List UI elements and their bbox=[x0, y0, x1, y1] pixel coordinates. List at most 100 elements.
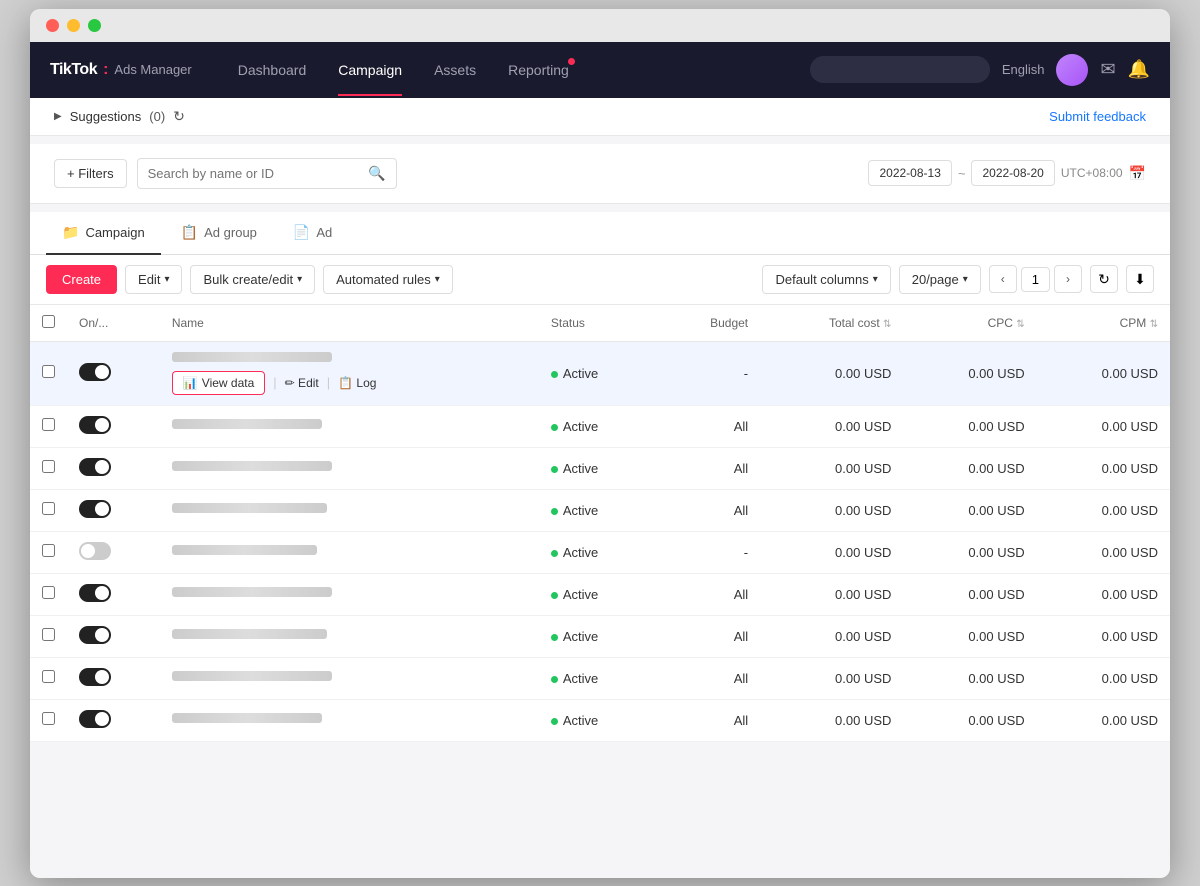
row-checkbox[interactable] bbox=[42, 586, 55, 599]
total-cost-cell: 0.00 USD bbox=[760, 489, 903, 531]
close-button[interactable] bbox=[46, 19, 59, 32]
timezone-label: UTC+08:00 bbox=[1061, 166, 1123, 180]
bulk-button[interactable]: Bulk create/edit ▾ bbox=[190, 265, 315, 294]
cpc-sort-icon[interactable]: ⇅ bbox=[1016, 319, 1024, 330]
table-row: ActiveAll0.00 USD0.00 USD0.00 USD bbox=[30, 573, 1170, 615]
status-text: Active bbox=[563, 366, 598, 381]
user-avatar[interactable] bbox=[1056, 54, 1088, 86]
nav-language[interactable]: English bbox=[1002, 62, 1045, 77]
cpc-cell: 0.00 USD bbox=[903, 341, 1036, 405]
suggestions-refresh-icon[interactable]: ↻ bbox=[173, 108, 185, 125]
prev-page-button[interactable]: ‹ bbox=[989, 265, 1017, 293]
action-sep-2: | bbox=[327, 375, 330, 390]
status-dot bbox=[551, 592, 558, 599]
campaign-toggle[interactable] bbox=[79, 416, 111, 434]
campaign-toggle[interactable] bbox=[79, 363, 111, 381]
date-end-input[interactable]: 2022-08-20 bbox=[971, 160, 1054, 186]
campaigns-table: On/... Name Status Budget Total cost ⇅ C… bbox=[30, 305, 1170, 742]
edit-button[interactable]: Edit ▾ bbox=[125, 265, 182, 294]
log-action-link[interactable]: 📋 Log bbox=[338, 376, 376, 390]
budget-cell: - bbox=[657, 341, 760, 405]
campaign-toggle[interactable] bbox=[79, 500, 111, 518]
nav-campaign[interactable]: Campaign bbox=[322, 44, 418, 96]
cpm-cell: 0.00 USD bbox=[1037, 615, 1170, 657]
campaign-name bbox=[172, 545, 317, 555]
tab-ad[interactable]: 📄 Ad bbox=[277, 212, 348, 255]
columns-chevron-icon: ▾ bbox=[873, 274, 878, 285]
cpm-cell: 0.00 USD bbox=[1037, 447, 1170, 489]
minimize-button[interactable] bbox=[67, 19, 80, 32]
bell-icon[interactable]: 🔔 bbox=[1128, 59, 1150, 80]
rules-button[interactable]: Automated rules ▾ bbox=[323, 265, 453, 294]
search-box: 🔍 bbox=[137, 158, 397, 189]
edit-label: Edit bbox=[138, 272, 160, 287]
search-icon: 🔍 bbox=[368, 165, 385, 182]
view-data-button[interactable]: 📊 View data bbox=[172, 371, 265, 395]
nav-reporting[interactable]: Reporting bbox=[492, 44, 585, 96]
cpm-sort-icon[interactable]: ⇅ bbox=[1150, 319, 1158, 330]
row-checkbox[interactable] bbox=[42, 712, 55, 725]
export-button[interactable]: ⬇ bbox=[1126, 265, 1154, 293]
campaign-toggle[interactable] bbox=[79, 710, 111, 728]
row-checkbox[interactable] bbox=[42, 418, 55, 431]
app-window: TikTok: Ads Manager Dashboard Campaign A… bbox=[30, 9, 1170, 878]
budget-cell: All bbox=[657, 573, 760, 615]
calendar-icon[interactable]: 📅 bbox=[1129, 165, 1146, 182]
tab-campaign-label: Campaign bbox=[85, 225, 144, 240]
campaign-name bbox=[172, 713, 322, 723]
nav-search-input[interactable] bbox=[810, 56, 990, 83]
row-checkbox[interactable] bbox=[42, 365, 55, 378]
campaign-toggle[interactable] bbox=[79, 668, 111, 686]
total-cost-cell: 0.00 USD bbox=[760, 405, 903, 447]
budget-cell: All bbox=[657, 489, 760, 531]
maximize-button[interactable] bbox=[88, 19, 101, 32]
row-checkbox[interactable] bbox=[42, 460, 55, 473]
edit-action-link[interactable]: ✏ Edit bbox=[285, 376, 319, 390]
perpage-button[interactable]: 20/page ▾ bbox=[899, 265, 981, 294]
cpm-cell: 0.00 USD bbox=[1037, 573, 1170, 615]
campaign-toggle[interactable] bbox=[79, 542, 111, 560]
columns-label: Default columns bbox=[775, 272, 868, 287]
row-checkbox[interactable] bbox=[42, 544, 55, 557]
filters-button[interactable]: + Filters bbox=[54, 159, 127, 188]
status-text: Active bbox=[563, 419, 598, 434]
table-container: On/... Name Status Budget Total cost ⇅ C… bbox=[30, 305, 1170, 742]
submit-feedback-link[interactable]: Submit feedback bbox=[1049, 109, 1146, 124]
campaign-toggle[interactable] bbox=[79, 584, 111, 602]
table-row: ActiveAll0.00 USD0.00 USD0.00 USD bbox=[30, 447, 1170, 489]
select-all-checkbox[interactable] bbox=[42, 315, 55, 328]
date-start-input[interactable]: 2022-08-13 bbox=[868, 160, 951, 186]
next-page-button[interactable]: › bbox=[1054, 265, 1082, 293]
logo-tiktok-text: TikTok bbox=[50, 61, 97, 79]
suggestions-left[interactable]: ▶ Suggestions (0) ↻ bbox=[54, 108, 185, 125]
search-input[interactable] bbox=[148, 166, 363, 181]
create-button[interactable]: Create bbox=[46, 265, 117, 294]
tab-adgroup[interactable]: 📋 Ad group bbox=[165, 212, 273, 255]
total-cost-sort-icon[interactable]: ⇅ bbox=[883, 319, 891, 330]
cpc-cell: 0.00 USD bbox=[903, 615, 1036, 657]
cpc-cell: 0.00 USD bbox=[903, 531, 1036, 573]
cpc-cell: 0.00 USD bbox=[903, 657, 1036, 699]
tab-campaign[interactable]: 📁 Campaign bbox=[46, 212, 161, 255]
cpc-cell: 0.00 USD bbox=[903, 447, 1036, 489]
nav-dashboard[interactable]: Dashboard bbox=[222, 44, 323, 96]
campaign-toggle[interactable] bbox=[79, 626, 111, 644]
view-data-label: View data bbox=[202, 376, 254, 390]
campaign-toggle[interactable] bbox=[79, 458, 111, 476]
nav-assets[interactable]: Assets bbox=[418, 44, 492, 96]
cpc-cell: 0.00 USD bbox=[903, 489, 1036, 531]
status-dot bbox=[551, 676, 558, 683]
nav-right: English ✉ 🔔 bbox=[810, 54, 1150, 86]
row-checkbox[interactable] bbox=[42, 502, 55, 515]
rules-chevron-icon: ▾ bbox=[435, 274, 440, 285]
cpm-cell: 0.00 USD bbox=[1037, 489, 1170, 531]
budget-cell: All bbox=[657, 657, 760, 699]
row-checkbox[interactable] bbox=[42, 628, 55, 641]
refresh-button[interactable]: ↻ bbox=[1090, 265, 1118, 293]
mail-icon[interactable]: ✉ bbox=[1100, 59, 1115, 80]
columns-button[interactable]: Default columns ▾ bbox=[762, 265, 890, 294]
row-checkbox[interactable] bbox=[42, 670, 55, 683]
status-dot bbox=[551, 508, 558, 515]
adgroup-tab-icon: 📋 bbox=[181, 224, 198, 241]
cpm-cell: 0.00 USD bbox=[1037, 531, 1170, 573]
